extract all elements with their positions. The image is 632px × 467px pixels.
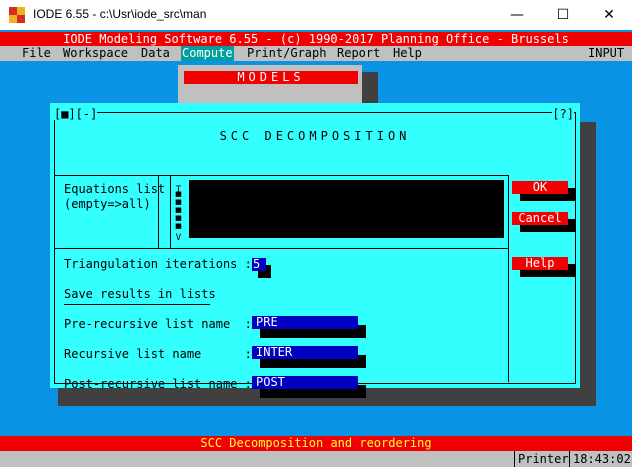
dialog-system-icons[interactable]: [■][-]	[54, 108, 98, 120]
models-dropdown: MODELS	[178, 65, 362, 105]
post-recursive-label: Post-recursive list name :	[64, 377, 252, 391]
recursive-label: Recursive list name :	[64, 347, 252, 361]
triangulation-label: Triangulation iterations :	[64, 257, 252, 271]
clock: 18:43:02	[569, 451, 631, 467]
menu-report[interactable]: Report	[337, 46, 380, 61]
pre-recursive-label: Pre-recursive list name :	[64, 317, 252, 331]
close-icon[interactable]: ✕	[586, 0, 632, 30]
dialog-help-icon[interactable]: [?]	[552, 108, 574, 120]
equations-label: Equations list	[64, 182, 166, 196]
equations-list-input[interactable]	[189, 180, 504, 238]
menu-file[interactable]: File	[22, 46, 51, 61]
maximize-icon[interactable]: ☐	[540, 0, 586, 30]
triangulation-input[interactable]: 5	[252, 258, 266, 271]
window-title: IODE 6.55 - c:\Usr\iode_src\man	[33, 7, 207, 21]
recursive-input[interactable]: INTER	[252, 346, 358, 359]
ok-button[interactable]: OK	[512, 181, 568, 194]
equations-hint: (empty=>all)	[64, 197, 151, 211]
bottom-bar: Printer 18:43:02	[0, 451, 632, 467]
status-message: SCC Decomposition and reordering	[0, 436, 632, 451]
scroll-bottom-icon[interactable]: V	[174, 234, 183, 243]
menu-compute[interactable]: Compute	[181, 46, 234, 61]
menu-help[interactable]: Help	[393, 46, 422, 61]
console-area: IODE Modeling Software 6.55 - (c) 1990-2…	[0, 30, 632, 467]
equations-scrollbar[interactable]: T ▀ ▀ ▀ ▀ ▀ V	[174, 186, 183, 243]
menu-workspace[interactable]: Workspace	[63, 46, 128, 61]
menu-bar: File Workspace Data Compute Print/Graph …	[0, 46, 632, 61]
app-icon	[9, 7, 25, 23]
input-mode-indicator: INPUT	[588, 46, 625, 60]
help-button[interactable]: Help	[512, 257, 568, 270]
menu-print-graph[interactable]: Print/Graph	[247, 46, 326, 61]
app-banner: IODE Modeling Software 6.55 - (c) 1990-2…	[0, 32, 632, 46]
models-menu-item[interactable]: MODELS	[184, 71, 358, 84]
save-results-label: Save results in lists	[64, 287, 216, 301]
menu-data[interactable]: Data	[141, 46, 170, 61]
cancel-button[interactable]: Cancel	[512, 212, 568, 225]
window-titlebar: IODE 6.55 - c:\Usr\iode_src\man — ☐ ✕	[0, 0, 632, 30]
minimize-icon[interactable]: —	[494, 0, 540, 30]
scc-dialog: [■][-] [?] SCC DECOMPOSITION Equations l…	[50, 103, 580, 398]
post-recursive-input[interactable]: POST	[252, 376, 358, 389]
pre-recursive-input[interactable]: PRE	[252, 316, 358, 329]
dialog-title: SCC DECOMPOSITION	[219, 129, 411, 143]
printer-indicator: Printer	[514, 451, 569, 467]
